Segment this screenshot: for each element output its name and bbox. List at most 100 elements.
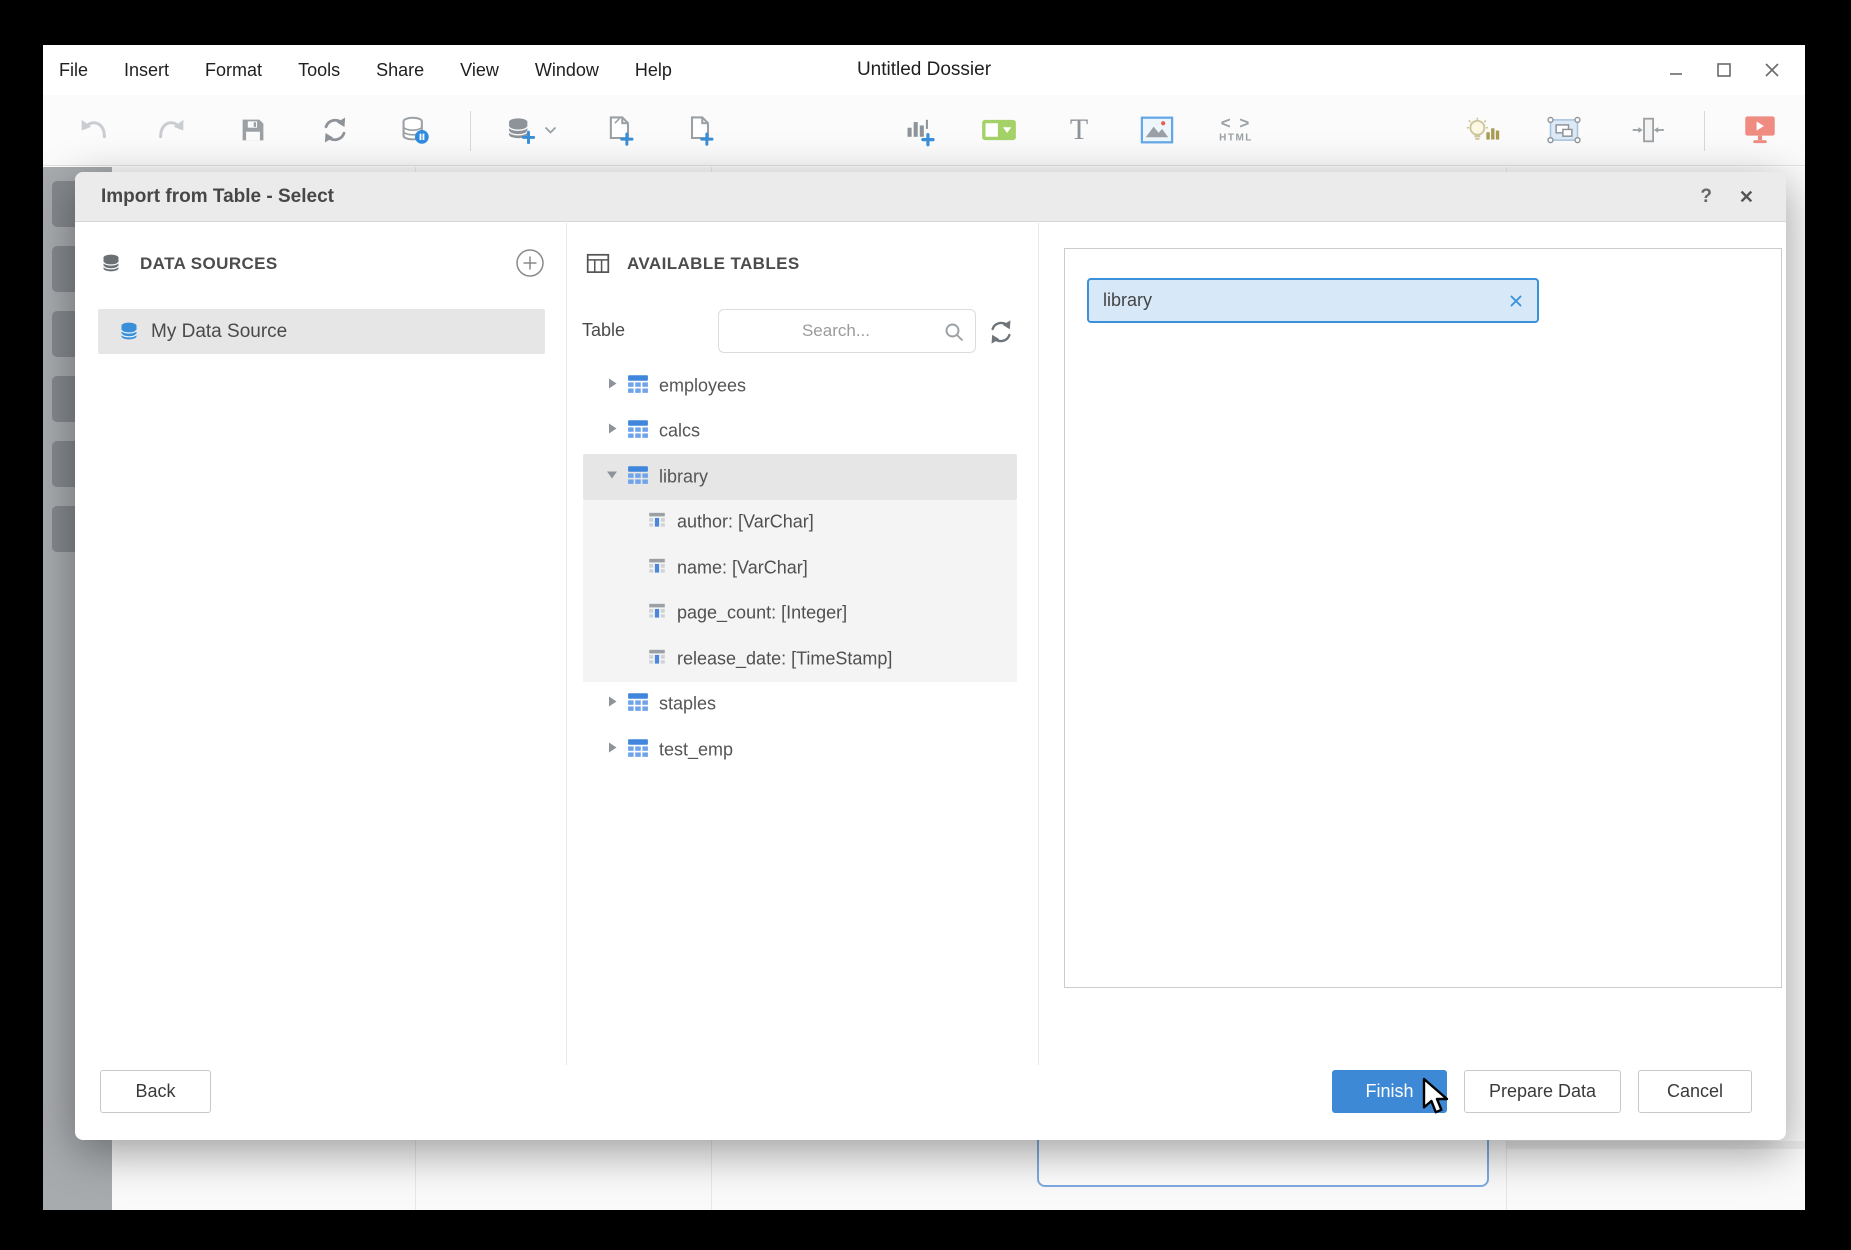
maximize-icon[interactable]: [1715, 61, 1733, 79]
add-image-icon[interactable]: [1140, 116, 1174, 144]
table-grid-icon: [585, 251, 611, 277]
column-name: author: [VarChar]: [677, 512, 814, 533]
available-tables-panel: AVAILABLE TABLES Table employe: [567, 223, 1039, 1065]
canvas-panel-edge: [1507, 1141, 1805, 1149]
tree-item-test-emp[interactable]: test_emp: [567, 727, 1038, 773]
tree-column-page-count[interactable]: page_count: [Integer]: [567, 591, 1038, 637]
add-text-icon[interactable]: T: [1070, 115, 1088, 145]
table-icon: [627, 418, 649, 445]
save-icon[interactable]: [238, 115, 268, 145]
data-sources-panel: DATA SOURCES My Data Source: [75, 223, 567, 1065]
redo-icon[interactable]: [156, 115, 186, 145]
database-icon-blue: [118, 320, 142, 344]
prepare-data-button[interactable]: Prepare Data: [1464, 1070, 1621, 1113]
toolbar-divider: [1704, 111, 1705, 151]
selected-table-chip[interactable]: library: [1087, 278, 1539, 323]
data-sources-header: DATA SOURCES: [100, 249, 278, 279]
tables-tree: employees calcs library: [567, 363, 1038, 773]
cancel-button[interactable]: Cancel: [1638, 1070, 1752, 1113]
footer-actions: Finish Prepare Data Cancel: [1332, 1070, 1752, 1113]
toolbar-divider: [470, 111, 471, 151]
table-icon: [627, 691, 649, 718]
available-tables-title: AVAILABLE TABLES: [627, 254, 800, 274]
tree-column-author[interactable]: author: [VarChar]: [567, 500, 1038, 546]
database-status-icon[interactable]: [399, 114, 431, 146]
column-name: release_date: [TimeStamp]: [677, 648, 892, 669]
table-filter-label: Table: [582, 320, 625, 341]
menu-bar: File Insert Format Tools Share View Wind…: [59, 45, 672, 95]
chevron-right-icon[interactable]: [603, 738, 621, 761]
finish-button[interactable]: Finish: [1332, 1070, 1447, 1113]
selection-panel: library: [1039, 223, 1786, 1065]
menu-help[interactable]: Help: [635, 60, 672, 81]
table-icon: [627, 463, 649, 490]
add-data-source-button[interactable]: [515, 248, 545, 278]
window-controls: [1667, 45, 1781, 95]
tree-item-employees[interactable]: employees: [567, 363, 1038, 409]
dialog-close-icon[interactable]: ✕: [1739, 172, 1754, 222]
back-button[interactable]: Back: [100, 1070, 211, 1113]
present-icon[interactable]: [1743, 114, 1777, 146]
search-icon[interactable]: [942, 320, 966, 349]
fit-to-window-icon[interactable]: [1631, 115, 1665, 145]
add-visualization-icon[interactable]: [903, 113, 937, 147]
selected-tables-box: library: [1064, 248, 1782, 988]
tree-item-calcs[interactable]: calcs: [567, 409, 1038, 455]
tree-item-library[interactable]: library: [567, 454, 1038, 500]
column-icon: [647, 646, 667, 671]
help-icon[interactable]: ?: [1700, 172, 1712, 222]
table-name: employees: [659, 375, 746, 396]
tree-item-staples[interactable]: staples: [567, 682, 1038, 728]
menu-insert[interactable]: Insert: [124, 60, 169, 81]
remove-chip-icon[interactable]: [1508, 293, 1524, 309]
data-source-label: My Data Source: [151, 321, 287, 343]
app-window: File Insert Format Tools Share View Wind…: [43, 45, 1805, 1210]
add-html-icon[interactable]: < > HTML: [1219, 117, 1253, 144]
chevron-down-icon[interactable]: [603, 465, 621, 488]
import-from-table-dialog: Import from Table - Select ? ✕ DATA SOUR…: [75, 172, 1786, 1140]
minimize-icon[interactable]: [1667, 61, 1685, 79]
column-name: name: [VarChar]: [677, 557, 808, 578]
menu-file[interactable]: File: [59, 60, 88, 81]
add-data-button[interactable]: [505, 114, 558, 146]
menu-view[interactable]: View: [460, 60, 499, 81]
dialog-body: DATA SOURCES My Data Source AVAILABLE TA…: [75, 223, 1786, 1065]
tree-column-release-date[interactable]: release_date: [TimeStamp]: [567, 636, 1038, 682]
format-container-icon[interactable]: [1546, 114, 1582, 146]
refresh-icon[interactable]: [320, 115, 350, 145]
column-icon: [647, 601, 667, 626]
chevron-right-icon[interactable]: [603, 374, 621, 397]
close-icon[interactable]: [1763, 61, 1781, 79]
available-tables-header: AVAILABLE TABLES: [585, 249, 800, 279]
insert-page-icon[interactable]: [604, 114, 636, 146]
column-icon: [647, 555, 667, 580]
toolbar: T < > HTML: [43, 95, 1805, 166]
add-filter-icon[interactable]: [981, 117, 1017, 143]
menu-share[interactable]: Share: [376, 60, 424, 81]
tree-column-name[interactable]: name: [VarChar]: [567, 545, 1038, 591]
column-name: page_count: [Integer]: [677, 603, 847, 624]
table-name: staples: [659, 694, 716, 715]
menu-format[interactable]: Format: [205, 60, 262, 81]
data-sources-title: DATA SOURCES: [140, 254, 278, 274]
data-source-item[interactable]: My Data Source: [98, 309, 545, 354]
table-icon: [627, 736, 649, 763]
search-input[interactable]: [719, 310, 975, 352]
table-search: [718, 309, 976, 353]
undo-icon[interactable]: [79, 115, 109, 145]
menu-window[interactable]: Window: [535, 60, 599, 81]
table-icon: [627, 372, 649, 399]
menu-tools[interactable]: Tools: [298, 60, 340, 81]
chevron-right-icon[interactable]: [603, 420, 621, 443]
refresh-tables-icon[interactable]: [987, 318, 1015, 351]
database-icon: [100, 252, 124, 276]
chip-label: library: [1103, 290, 1508, 311]
chevron-right-icon[interactable]: [603, 693, 621, 716]
column-icon: [647, 510, 667, 535]
chevron-down-icon: [544, 125, 558, 135]
dialog-header: Import from Table - Select ? ✕: [75, 172, 1786, 222]
insert-document-icon[interactable]: [684, 114, 716, 146]
table-name: test_emp: [659, 739, 733, 760]
title-bar: File Insert Format Tools Share View Wind…: [43, 45, 1805, 95]
insights-icon[interactable]: [1465, 113, 1501, 147]
